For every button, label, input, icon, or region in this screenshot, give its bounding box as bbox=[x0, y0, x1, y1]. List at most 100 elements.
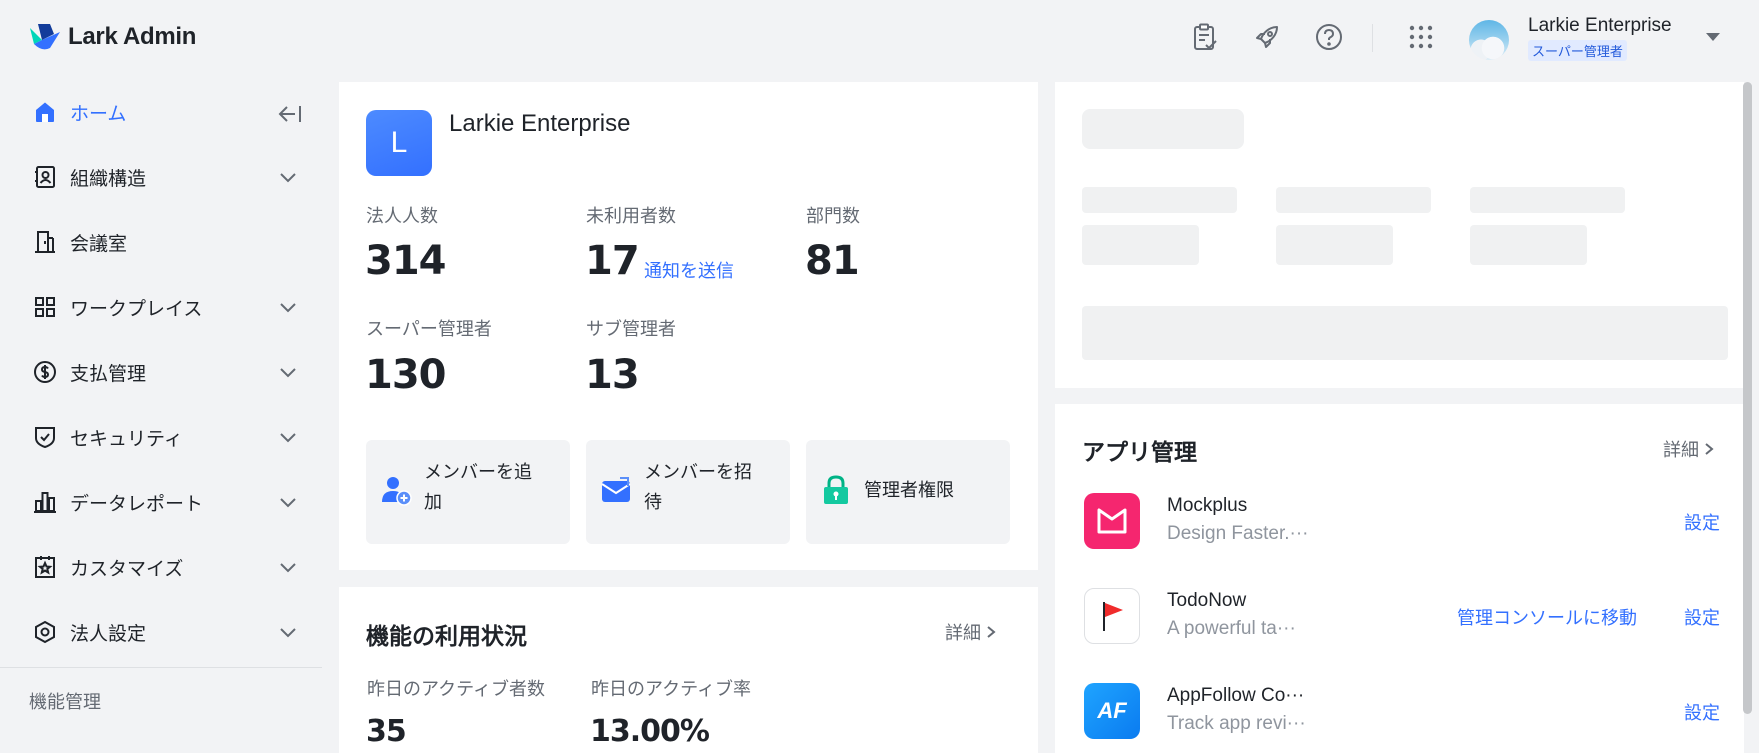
skeleton-block bbox=[1082, 187, 1237, 213]
corp-users-label: 法人人数 bbox=[366, 206, 438, 226]
sidebar-item-label: セキュリティ bbox=[70, 428, 183, 450]
sidebar-item-feature-management[interactable]: 機能管理 bbox=[29, 688, 101, 714]
top-header: Lark Admin Larkie Enterprise スーパー管理者 bbox=[0, 0, 1759, 76]
chevron-down-icon[interactable] bbox=[1706, 33, 1720, 41]
header-divider bbox=[1372, 24, 1373, 52]
detail-label: 詳細 bbox=[1663, 440, 1699, 460]
app-settings-link[interactable]: 設定 bbox=[1684, 604, 1720, 630]
sidebar: ホーム 組織構造 会議室 ワークプレイス 支払管理 セキュリティ データレポート… bbox=[0, 76, 322, 753]
inactive-users-label: 未利用者数 bbox=[586, 206, 676, 226]
sidebar-item-data-reports[interactable]: データレポート bbox=[0, 476, 322, 528]
mockplus-icon bbox=[1084, 493, 1140, 549]
sub-admins-value: 13 bbox=[585, 352, 640, 398]
sidebar-item-security[interactable]: セキュリティ bbox=[0, 411, 322, 463]
apps-grid-icon[interactable] bbox=[1406, 22, 1436, 52]
sidebar-item-meeting-rooms[interactable]: 会議室 bbox=[0, 216, 322, 268]
add-member-label-2: 加 bbox=[424, 492, 442, 512]
active-rate-label: 昨日のアクティブ率 bbox=[591, 679, 752, 699]
apps-detail-link[interactable]: 詳細 bbox=[1663, 436, 1715, 462]
user-role-badge: スーパー管理者 bbox=[1528, 40, 1627, 61]
avatar[interactable] bbox=[1469, 20, 1509, 60]
active-users-value: 35 bbox=[366, 714, 407, 749]
skeleton-block bbox=[1276, 225, 1393, 265]
app-logo[interactable]: Lark Admin bbox=[28, 22, 196, 52]
home-icon bbox=[33, 100, 57, 124]
sidebar-item-label: 会議室 bbox=[70, 233, 128, 255]
super-admins-label: スーパー管理者 bbox=[366, 319, 492, 339]
sidebar-item-customize[interactable]: カスタマイズ bbox=[0, 541, 322, 593]
star-box-icon bbox=[33, 555, 57, 579]
app-name[interactable]: TodoNow bbox=[1167, 590, 1246, 612]
departments-label: 部門数 bbox=[806, 206, 860, 226]
send-notification-link[interactable]: 通知を送信 bbox=[644, 257, 734, 283]
sidebar-item-label: 支払管理 bbox=[70, 363, 147, 385]
lock-icon bbox=[824, 475, 848, 504]
chevron-down-icon bbox=[280, 368, 296, 378]
app-name[interactable]: Mockplus bbox=[1167, 495, 1247, 517]
user-name[interactable]: Larkie Enterprise bbox=[1528, 15, 1672, 37]
usage-detail-link[interactable]: 詳細 bbox=[945, 619, 997, 645]
admin-console-link[interactable]: 管理コンソールに移動 bbox=[1457, 604, 1637, 630]
sidebar-item-org[interactable]: 組織構造 bbox=[0, 151, 322, 203]
sidebar-item-corp-settings[interactable]: 法人設定 bbox=[0, 606, 322, 658]
chevron-down-icon bbox=[280, 563, 296, 573]
invite-member-label-2: 待 bbox=[644, 492, 662, 512]
skeleton-block bbox=[1470, 225, 1587, 265]
departments-value: 81 bbox=[805, 238, 860, 284]
sub-admins-label: サブ管理者 bbox=[586, 319, 676, 339]
app-description: Design Faster.··· bbox=[1167, 523, 1309, 544]
sidebar-item-label: 組織構造 bbox=[70, 168, 147, 190]
sidebar-item-home[interactable]: ホーム bbox=[0, 86, 322, 138]
chevron-down-icon bbox=[280, 173, 296, 183]
skeleton-block bbox=[1470, 187, 1625, 213]
shield-icon bbox=[33, 425, 57, 449]
loading-skeleton-card bbox=[1055, 82, 1744, 388]
add-user-icon bbox=[382, 477, 412, 506]
sidebar-item-label: カスタマイズ bbox=[70, 558, 184, 580]
sidebar-divider bbox=[0, 667, 322, 668]
app-management-card: アプリ管理 詳細 Mockplus Design Faster.··· 設定 T… bbox=[1055, 404, 1744, 753]
skeleton-block bbox=[1276, 187, 1431, 213]
usage-card: 機能の利用状況 詳細 昨日のアクティブ者数 35 昨日のアクティブ率 13.00… bbox=[339, 587, 1038, 753]
app-settings-link[interactable]: 設定 bbox=[1684, 509, 1720, 535]
detail-label: 詳細 bbox=[945, 623, 981, 643]
sidebar-item-workplace[interactable]: ワークプレイス bbox=[0, 281, 322, 333]
skeleton-block bbox=[1082, 306, 1728, 360]
invite-member-button[interactable]: メンバーを招 待 bbox=[586, 440, 790, 544]
chevron-down-icon bbox=[280, 498, 296, 508]
lark-logo-icon bbox=[30, 24, 60, 50]
sidebar-item-billing[interactable]: 支払管理 bbox=[0, 346, 322, 398]
app-row-appfollow: AF AppFollow Co··· Track app revi··· 設定 bbox=[1055, 683, 1744, 753]
app-row-mockplus: Mockplus Design Faster.··· 設定 bbox=[1055, 493, 1744, 573]
hex-settings-icon bbox=[33, 620, 57, 644]
red-flag-icon bbox=[1084, 588, 1140, 644]
inactive-users-value: 17 bbox=[585, 238, 640, 284]
page-scrollbar[interactable] bbox=[1743, 82, 1752, 714]
invite-mail-icon bbox=[601, 477, 631, 502]
sidebar-item-label: ホーム bbox=[70, 103, 127, 125]
chevron-right-icon bbox=[1705, 443, 1714, 455]
door-icon bbox=[33, 230, 57, 254]
chevron-down-icon bbox=[280, 628, 296, 638]
collapse-sidebar-icon[interactable] bbox=[276, 100, 304, 128]
admin-permissions-button[interactable]: 管理者権限 bbox=[806, 440, 1010, 544]
checklist-icon[interactable] bbox=[1190, 22, 1220, 52]
skeleton-block bbox=[1082, 109, 1244, 149]
admin-permissions-label: 管理者権限 bbox=[864, 480, 954, 500]
add-member-label-1: メンバーを追 bbox=[424, 462, 532, 482]
app-name[interactable]: AppFollow Co··· bbox=[1167, 685, 1304, 707]
bar-chart-icon bbox=[33, 490, 57, 514]
rocket-icon[interactable] bbox=[1252, 22, 1282, 52]
enterprise-name: Larkie Enterprise bbox=[449, 110, 631, 137]
enterprise-logo: L bbox=[366, 110, 432, 176]
active-rate-value: 13.00% bbox=[590, 714, 710, 749]
sidebar-item-label: 法人設定 bbox=[70, 623, 147, 645]
grid-icon bbox=[33, 295, 57, 319]
app-description: A powerful ta··· bbox=[1167, 618, 1296, 639]
help-icon[interactable] bbox=[1314, 22, 1344, 52]
enterprise-card: L Larkie Enterprise 法人人数 314 未利用者数 17 通知… bbox=[339, 82, 1038, 570]
contacts-icon bbox=[33, 165, 57, 189]
app-settings-link[interactable]: 設定 bbox=[1684, 699, 1720, 725]
skeleton-block bbox=[1082, 225, 1199, 265]
add-member-button[interactable]: メンバーを追 加 bbox=[366, 440, 570, 544]
